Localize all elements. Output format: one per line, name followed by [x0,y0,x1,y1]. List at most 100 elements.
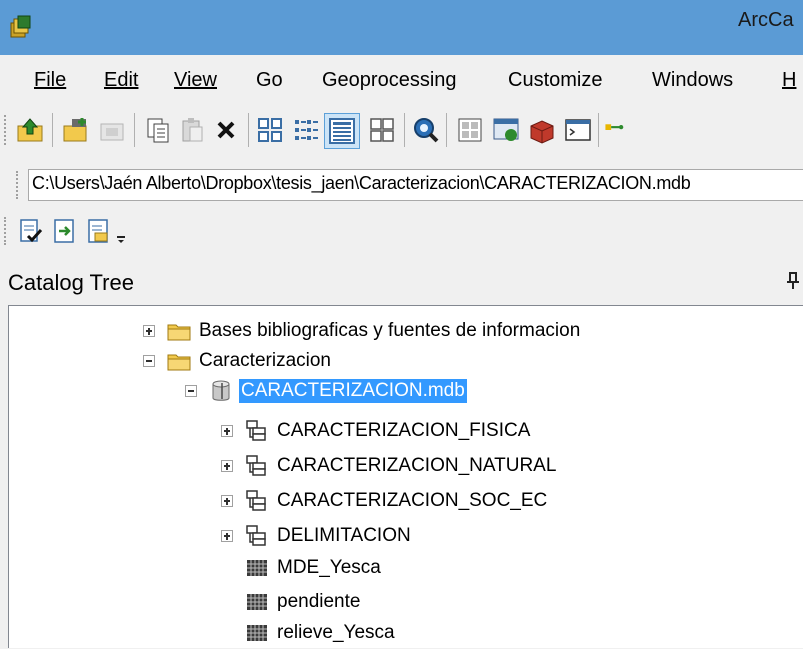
menu-go[interactable]: Go [256,69,283,92]
tree-node-label: relieve_Yesca [277,622,395,643]
search-button[interactable] [410,114,442,146]
menu-help[interactable]: H [782,69,796,92]
menu-windows[interactable]: Windows [652,69,733,92]
dropdown-arrow-icon [117,236,125,243]
collapse-icon[interactable] [185,385,197,397]
tree-node-label: CARACTERIZACION_FISICA [277,420,531,441]
feature-dataset-icon [246,455,266,476]
tree-node-raster[interactable]: relieve_Yesca [245,617,397,649]
toolbox-icon [530,120,554,144]
menu-windows-label: Windows [652,69,734,91]
standard-toolbar [0,103,803,157]
menu-help-label: H [782,69,797,91]
toolbar-separator [134,113,135,147]
thumbnails-icon [370,118,394,142]
pin-icon[interactable] [786,271,800,291]
toolbar-grip[interactable] [4,115,10,145]
menu-file-label: File [34,69,67,91]
location-input[interactable]: C:\Users\Jaén Alberto\Dropbox\tesis_jaen… [28,169,803,201]
tree-node-feature-dataset[interactable]: CARACTERIZACION_FISICA [221,415,532,447]
tree-node-feature-dataset[interactable]: CARACTERIZACION_SOC_EC [221,485,549,517]
disconnect-folder-button[interactable] [96,114,128,146]
folder-icon [167,324,191,341]
catalog-tree-header: Catalog Tree [0,255,803,305]
raster-icon [247,560,267,576]
paste-button[interactable] [176,114,208,146]
tree-node-label: Caracterizacion [199,350,331,371]
arcmap-icon [493,118,519,141]
arctoolbox-button[interactable] [454,114,486,146]
list-view-button[interactable] [290,114,322,146]
menu-edit-label: Edit [104,69,139,91]
tree-node-label: pendiente [277,591,361,612]
model-builder-button[interactable] [604,114,624,146]
menu-customize-label: Customize [508,69,603,91]
copy-button[interactable] [142,114,174,146]
expand-icon[interactable] [221,495,233,507]
expand-icon[interactable] [221,425,233,437]
delete-button[interactable] [210,114,242,146]
tree-node-label-selected: CARACTERIZACION.mdb [239,379,467,403]
launch-arcmap-button[interactable] [490,114,522,146]
up-folder-icon [17,118,43,142]
expand-icon[interactable] [221,460,233,472]
large-icons-icon [258,118,282,142]
collapse-icon[interactable] [143,355,155,367]
raster-icon [247,594,267,610]
tree-node-caracterizacion[interactable]: Caracterizacion [143,345,333,377]
paste-icon [182,118,203,142]
tree-node-geodatabase[interactable]: CARACTERIZACION.mdb [185,375,467,407]
menu-edit[interactable]: Edit [104,69,138,92]
tree-node-label: DELIMITACION [277,525,411,546]
up-one-level-button[interactable] [14,114,46,146]
thumbnails-button[interactable] [366,114,398,146]
menu-bar: File Edit View Go Geoprocessing Customiz… [0,55,803,103]
expand-icon[interactable] [221,530,233,542]
feature-dataset-icon [246,525,266,546]
tree-node-feature-dataset[interactable]: CARACTERIZACION_NATURAL [221,450,558,482]
menu-go-label: Go [256,69,283,91]
menu-view[interactable]: View [174,69,217,92]
tree-node-raster[interactable]: pendiente [245,586,362,618]
python-window-button[interactable] [562,114,594,146]
expand-icon[interactable] [143,325,155,337]
export-metadata-button[interactable] [82,215,114,247]
feature-dataset-icon [246,490,266,511]
connect-folder-icon [63,118,87,142]
toolbar-separator [598,113,599,147]
validate-metadata-icon [20,219,43,243]
toolbox-button[interactable] [526,114,558,146]
import-metadata-button[interactable] [48,215,80,247]
large-icons-button[interactable] [254,114,286,146]
tree-node-label: MDE_Yesca [277,557,381,578]
metadata-toolbar [0,211,803,255]
arccatalog-app-icon[interactable] [8,14,34,40]
toolbar-grip[interactable] [16,171,22,199]
tree-node-label: CARACTERIZACION_SOC_EC [277,490,548,511]
tree-node-feature-dataset[interactable]: DELIMITACION [221,520,413,552]
toolbar-separator [404,113,405,147]
folder-icon [167,354,191,371]
toolbar-separator [248,113,249,147]
tree-node-label: CARACTERIZACION_NATURAL [277,455,557,476]
tree-node-raster[interactable]: MDE_Yesca [245,552,383,584]
arctoolbox-icon [458,118,482,142]
menu-file[interactable]: File [34,69,66,92]
tree-node-bases[interactable]: Bases bibliograficas y fuentes de inform… [143,315,582,347]
menu-customize[interactable]: Customize [508,69,602,92]
feature-dataset-icon [246,420,266,441]
toolbar-grip[interactable] [4,217,10,245]
disconnect-folder-icon [100,123,124,141]
details-view-button[interactable] [324,113,360,149]
search-icon [414,118,439,143]
geodatabase-icon [212,380,230,401]
location-toolbar: C:\Users\Jaén Alberto\Dropbox\tesis_jaen… [0,157,803,211]
menu-geoprocessing[interactable]: Geoprocessing [322,69,457,92]
catalog-tree[interactable]: Bases bibliograficas y fuentes de inform… [8,305,803,648]
connect-folder-button[interactable] [60,114,92,146]
window-title: ArcCa [738,9,794,31]
toolbar-options-button[interactable] [114,225,128,245]
validate-metadata-button[interactable] [14,215,46,247]
import-metadata-icon [54,219,74,243]
tree-node-label: Bases bibliograficas y fuentes de inform… [199,320,581,341]
